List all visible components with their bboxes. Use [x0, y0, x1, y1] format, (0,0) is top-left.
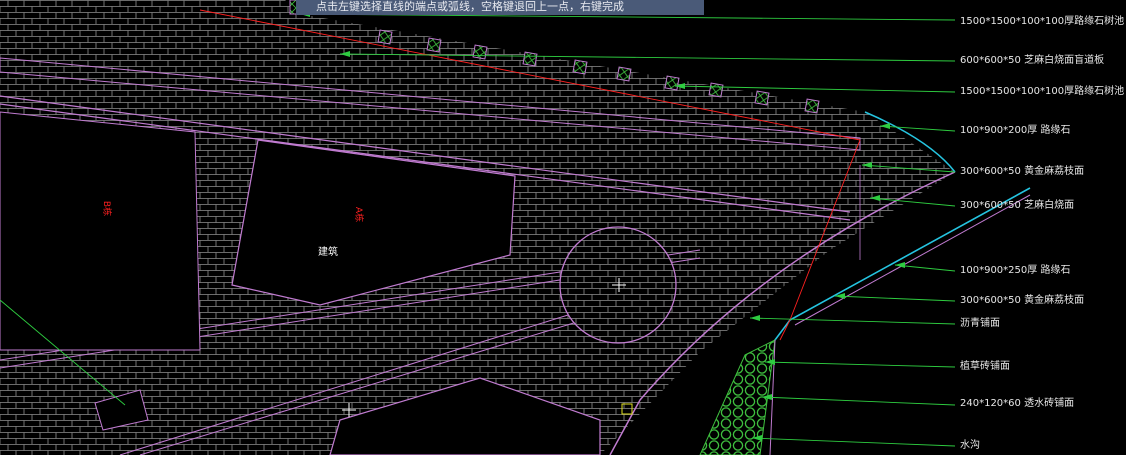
annotation-label: 300*600*50 黄金麻荔枝面 [960, 295, 1085, 306]
command-prompt: 点击左键选择直线的端点或弧线，空格键退回上一点，右键完成 [296, 0, 704, 15]
annotation-label: 1500*1500*100*100厚路缘石树池 [960, 86, 1125, 97]
building-b-label: B栋 [101, 200, 112, 217]
annotation-label: 沥青铺面 [960, 318, 1000, 329]
building-b [0, 111, 201, 351]
annotation-label: 植草砖铺面 [960, 361, 1010, 372]
building-text-label: 建筑 [318, 247, 338, 258]
building-a-label: A栋 [353, 206, 364, 223]
annotation-label: 100*900*250厚 路缘石 [960, 265, 1071, 276]
annotation-label: 300*600*50 黄金麻荔枝面 [960, 166, 1085, 177]
annotation-label: 水沟 [960, 440, 980, 451]
annotation-label: 600*600*50 芝麻白烧面盲道板 [960, 55, 1105, 66]
annotation-label: 1500*1500*100*100厚路缘石树池 [960, 16, 1125, 27]
annotation-label: 240*120*60 透水砖铺面 [960, 398, 1075, 409]
annotation-label: 100*900*200厚 路缘石 [960, 125, 1071, 136]
annotation-label: 300*600*50 芝麻白烧面 [960, 200, 1075, 211]
cad-drawing[interactable] [0, 0, 1126, 455]
cad-viewport[interactable]: 点击左键选择直线的端点或弧线，空格键退回上一点，右键完成 B栋 A栋 建筑 15… [0, 0, 1126, 455]
